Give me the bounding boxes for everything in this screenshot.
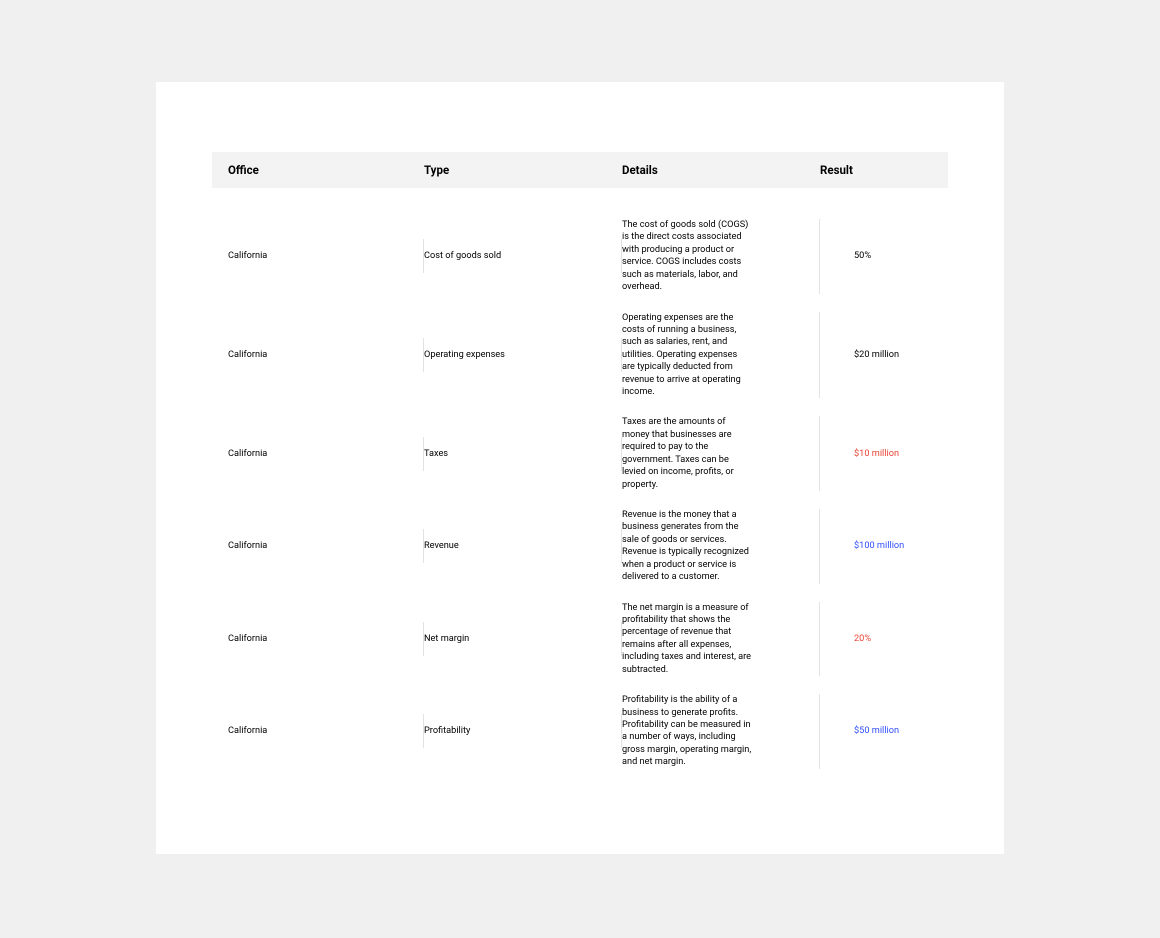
cell-result: $20 million (820, 349, 948, 361)
table-header-row: Office Type Details Result (212, 152, 948, 188)
cell-result: 20% (820, 633, 948, 645)
report-card: Office Type Details Result California Co… (156, 82, 1004, 854)
cell-office: California (228, 239, 424, 273)
table-row: California Net margin The net margin is … (212, 593, 948, 686)
cell-type: Profitability (424, 714, 622, 748)
cell-office: California (228, 437, 424, 471)
cell-details: Profitability is the ability of a busine… (622, 694, 820, 769)
financial-table: Office Type Details Result California Co… (212, 152, 948, 778)
cell-details: The net margin is a measure of profitabi… (622, 602, 820, 677)
cell-type: Taxes (424, 437, 622, 471)
column-header-type: Type (424, 163, 622, 177)
cell-result: $100 million (820, 540, 948, 552)
cell-type: Operating expenses (424, 338, 622, 372)
cell-details: Operating expenses are the costs of runn… (622, 312, 820, 399)
cell-details: The cost of goods sold (COGS) is the dir… (622, 219, 820, 294)
table-row: California Operating expenses Operating … (212, 303, 948, 408)
cell-type: Cost of goods sold (424, 239, 622, 273)
table-row: California Revenue Revenue is the money … (212, 500, 948, 593)
cell-result: 50% (820, 250, 948, 262)
cell-office: California (228, 529, 424, 563)
cell-details: Revenue is the money that a business gen… (622, 509, 820, 584)
column-header-result: Result (820, 163, 948, 177)
cell-type: Net margin (424, 622, 622, 656)
cell-result: $10 million (820, 448, 948, 460)
table-row: California Taxes Taxes are the amounts o… (212, 407, 948, 500)
cell-type: Revenue (424, 529, 622, 563)
cell-office: California (228, 714, 424, 748)
table-row: California Profitability Profitability i… (212, 685, 948, 778)
cell-office: California (228, 622, 424, 656)
table-row: California Cost of goods sold The cost o… (212, 210, 948, 303)
table-body: California Cost of goods sold The cost o… (212, 188, 948, 778)
column-header-office: Office (228, 163, 424, 177)
cell-result: $50 million (820, 725, 948, 737)
column-header-details: Details (622, 163, 820, 177)
cell-details: Taxes are the amounts of money that busi… (622, 416, 820, 491)
cell-office: California (228, 338, 424, 372)
